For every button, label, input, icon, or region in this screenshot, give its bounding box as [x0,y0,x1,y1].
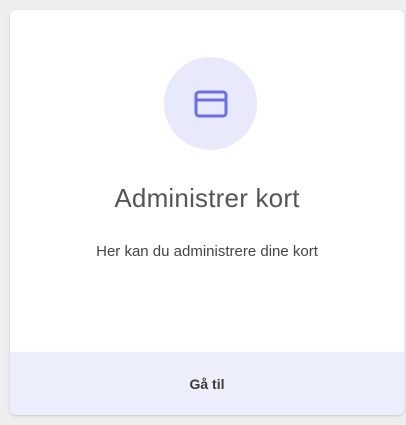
credit-card-icon [194,90,227,117]
icon-badge [164,57,257,150]
card-title: Administrer kort [114,183,300,213]
manage-cards-card: Administrer kort Her kan du administrere… [10,10,404,415]
card-description: Her kan du administrere dine kort [96,243,318,260]
go-to-button-label: Gå til [189,375,225,392]
go-to-button[interactable]: Gå til [10,352,404,415]
